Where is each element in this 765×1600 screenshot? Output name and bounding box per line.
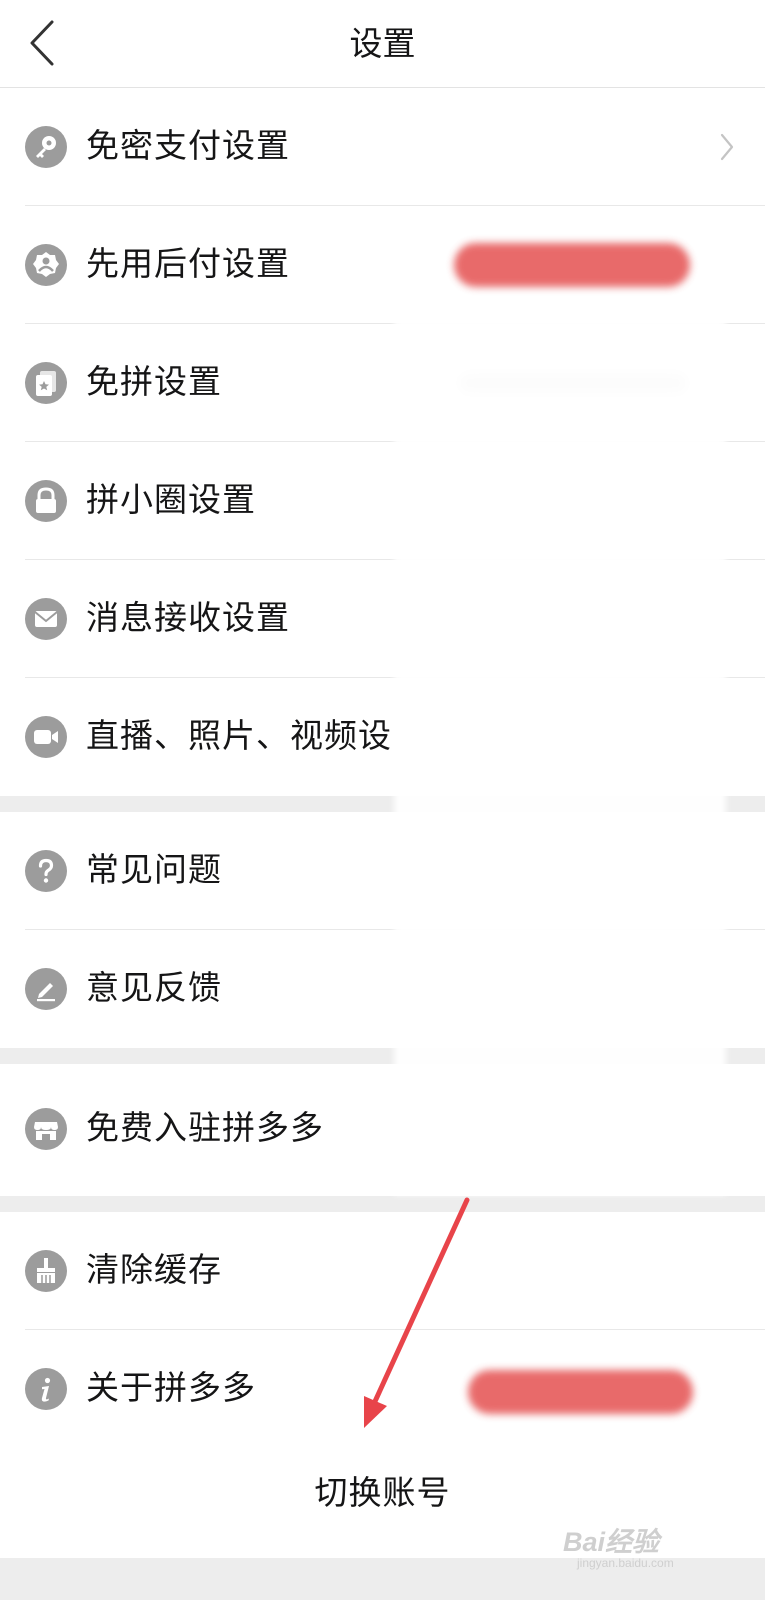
badge-person-icon	[25, 244, 67, 286]
setting-label: 直播、照片、视频设	[86, 716, 392, 755]
setting-label: 常见问题	[86, 850, 222, 889]
setting-label: 免拼设置	[86, 362, 222, 401]
key-icon	[25, 126, 67, 168]
setting-label: 拼小圈设置	[86, 480, 256, 519]
broom-icon	[25, 1250, 67, 1292]
section-separator	[0, 1196, 765, 1212]
setting-label: 免密支付设置	[86, 126, 290, 165]
watermark-url: jingyan.baidu.com	[577, 1556, 674, 1570]
top-bar: 设置	[0, 0, 765, 88]
question-icon	[25, 850, 67, 892]
watermark-text: Bai经验	[563, 1527, 660, 1557]
info-icon	[25, 1368, 67, 1410]
setting-label: 免费入驻拼多多	[86, 1108, 324, 1147]
page-title: 设置	[349, 24, 416, 63]
setting-label: 关于拼多多	[86, 1368, 256, 1407]
switch-account-label: 切换账号	[314, 1473, 451, 1512]
mail-icon	[25, 598, 67, 640]
setting-row-pay-later[interactable]: 先用后付设置	[0, 206, 765, 324]
setting-label: 意见反馈	[86, 968, 222, 1007]
store-icon	[25, 1108, 67, 1150]
redacted-value	[468, 1370, 693, 1414]
pencil-icon	[25, 968, 67, 1010]
video-camera-icon	[25, 716, 67, 758]
setting-row-password-free-pay[interactable]: 免密支付设置	[0, 88, 765, 206]
setting-label: 清除缓存	[86, 1250, 222, 1289]
redacted-value	[454, 243, 690, 287]
blur-redaction	[394, 310, 726, 1195]
setting-label: 先用后付设置	[86, 244, 290, 283]
lock-icon	[25, 480, 67, 522]
setting-label: 消息接收设置	[86, 598, 290, 637]
setting-row-clear-cache[interactable]: 清除缓存	[0, 1212, 765, 1330]
watermark-logo: Bai经验 jingyan.baidu.com	[563, 1520, 713, 1578]
chevron-right-icon	[720, 133, 734, 161]
card-star-icon	[25, 362, 67, 404]
